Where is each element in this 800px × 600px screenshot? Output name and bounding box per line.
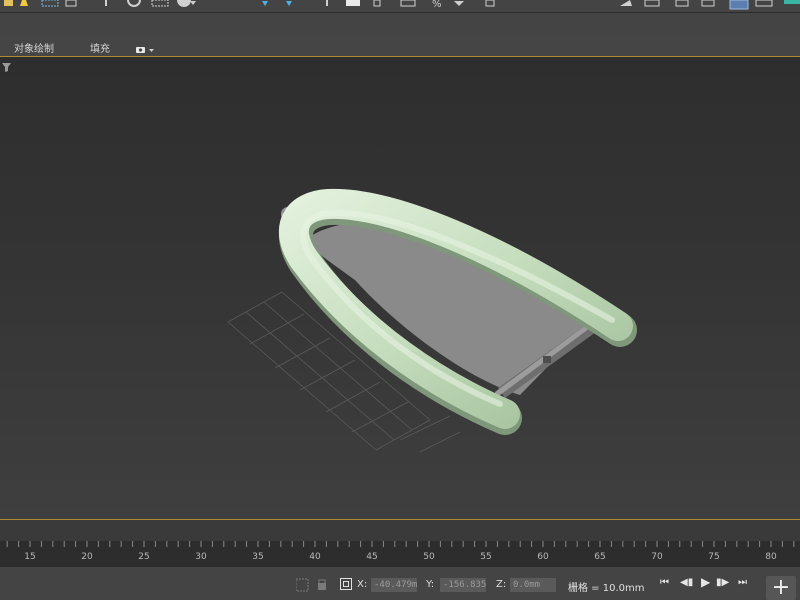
next-frame-button[interactable]: ▮▶ — [716, 577, 729, 588]
go-to-start-button[interactable]: ⏮ — [660, 577, 669, 588]
key-icon — [296, 578, 309, 592]
frame-label: 45 — [366, 552, 378, 562]
spinner-snap-icon — [454, 1, 464, 6]
render-frame-icon — [701, 0, 715, 7]
scale-icon — [151, 0, 169, 7]
status-bar: X: -40.479m Y: -156.835 Z: 0.0mm 栅格 = 10… — [0, 567, 800, 600]
frame-label: 30 — [195, 552, 207, 562]
absolute-mode-icon[interactable] — [340, 578, 352, 590]
layer-icon — [373, 0, 381, 7]
snap2-icon — [286, 1, 292, 6]
status-icons — [296, 578, 326, 592]
tab-object-paint[interactable]: 对象绘制 — [14, 40, 54, 55]
frame-label: 50 — [423, 552, 435, 562]
frame-label: 70 — [651, 552, 663, 562]
align-icon — [346, 0, 360, 6]
frame-label: 25 — [138, 552, 150, 562]
timeline-ruler[interactable]: 15 20 25 30 35 40 45 50 55 60 65 70 75 80 — [0, 541, 800, 567]
y-label: Y: — [426, 579, 435, 590]
frame-label: 55 — [480, 552, 492, 562]
track-bar[interactable] — [0, 520, 800, 541]
bar-bracket — [543, 356, 551, 363]
frame-label: 40 — [309, 552, 321, 562]
snap-icon — [262, 1, 268, 6]
named-selection-icon — [485, 0, 495, 7]
percent-snap-icon: % — [432, 0, 442, 10]
region-select-icon — [41, 0, 59, 7]
window-crossing-icon — [65, 0, 77, 7]
render-icon — [755, 0, 773, 7]
previous-frame-button[interactable]: ◀▮ — [680, 577, 693, 588]
x-coord-field[interactable]: -40.479m — [371, 578, 417, 592]
go-to-end-button[interactable]: ⏭ — [738, 577, 747, 588]
ruler-ticks — [6, 541, 795, 547]
rotate-icon — [127, 0, 141, 7]
frame-label: 65 — [594, 552, 606, 562]
grid-size: 栅格 = 10.0mm — [568, 583, 645, 594]
select-icon — [4, 0, 13, 6]
placement-icon — [177, 0, 191, 7]
main-toolbar: % — [0, 0, 800, 13]
add-key-button[interactable]: + — [766, 576, 796, 600]
material-editor-icon — [644, 0, 660, 7]
teal-icon — [784, 0, 800, 4]
z-coord-field[interactable]: 0.0mm — [510, 578, 556, 592]
chevron-down-icon — [190, 1, 196, 5]
frame-label: 60 — [537, 552, 549, 562]
star-icon — [20, 0, 28, 6]
play-button[interactable]: ▶ — [701, 575, 710, 589]
schematic-icon — [620, 0, 632, 6]
perspective-viewport[interactable] — [0, 57, 800, 520]
curve-editor-icon — [400, 0, 416, 7]
frame-label: 35 — [252, 552, 264, 562]
ribbon-display-dropdown[interactable] — [136, 41, 156, 53]
frame-label: 20 — [81, 552, 93, 562]
active-render-button — [729, 0, 749, 10]
z-label: Z: — [496, 579, 507, 590]
frame-label: 80 — [765, 552, 777, 562]
lock-icon — [318, 583, 326, 590]
toolbar-spacer — [0, 13, 800, 37]
frame-label: 75 — [708, 552, 720, 562]
render-setup-icon — [675, 0, 689, 7]
tab-populate[interactable]: 填充 — [90, 40, 110, 55]
toolbar-icons: % — [4, 0, 800, 10]
frame-label: 15 — [24, 552, 36, 562]
chevron-down-icon — [149, 49, 154, 52]
scene — [227, 188, 637, 453]
ribbon: 对象绘制 填充 — [0, 37, 800, 57]
y-coord-field[interactable]: -156.835 — [440, 578, 486, 592]
x-label: X: — [357, 579, 368, 590]
